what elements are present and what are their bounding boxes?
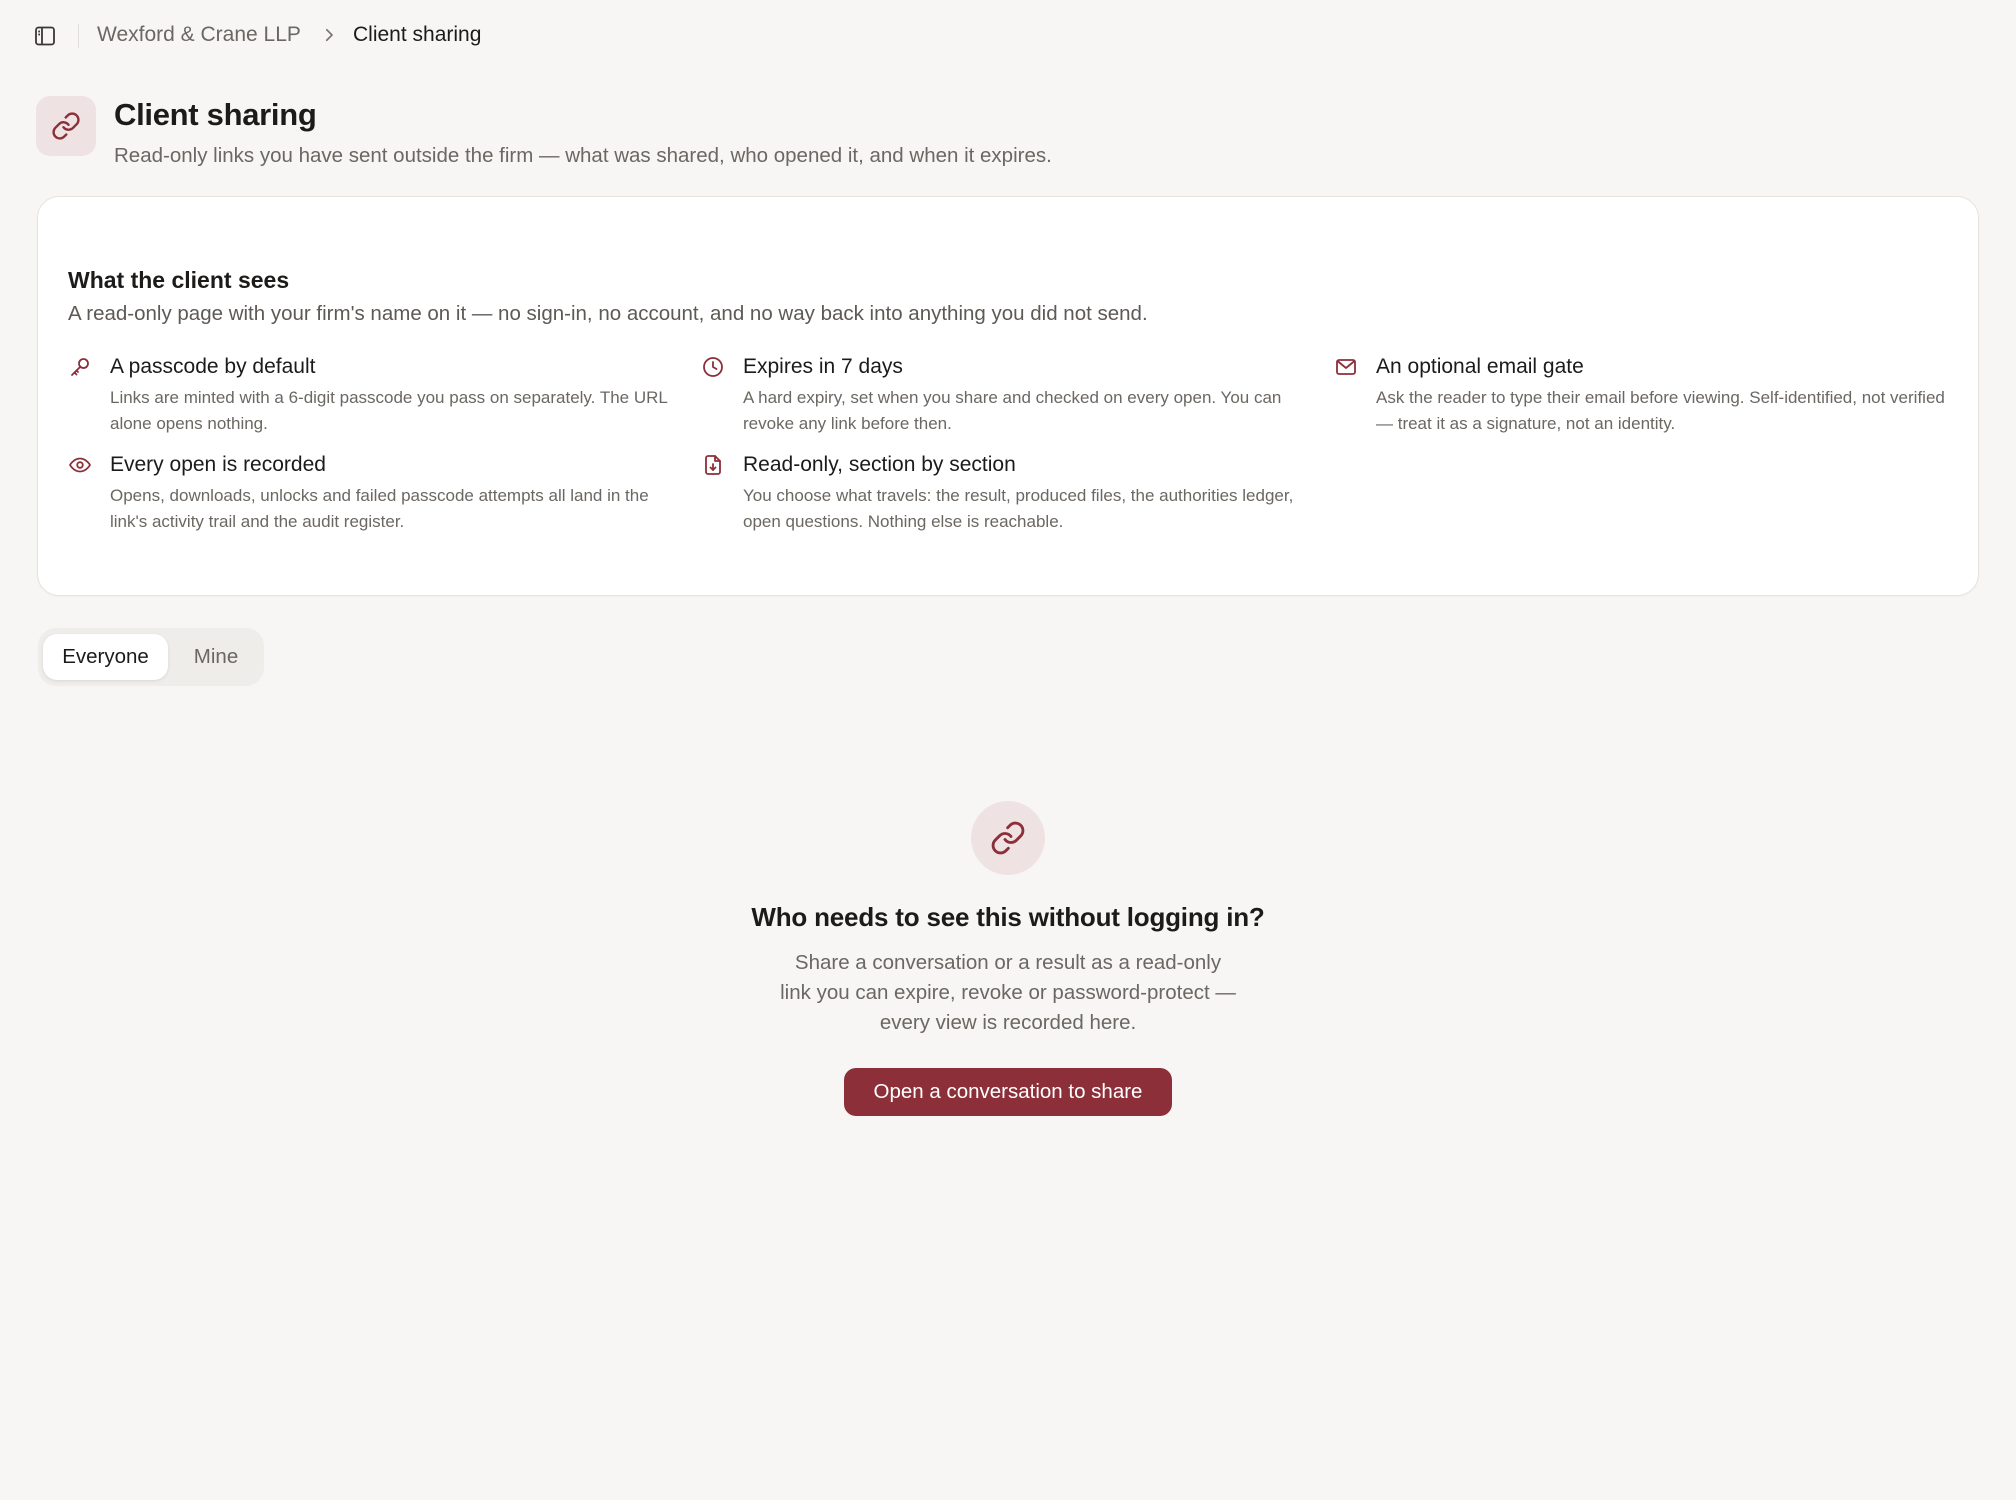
eye-icon <box>68 453 92 477</box>
link-icon <box>971 801 1045 875</box>
feature-description: A hard expiry, set when you share and ch… <box>743 388 1282 433</box>
open-conversation-button[interactable]: Open a conversation to share <box>844 1068 1172 1116</box>
feature-title: A passcode by default <box>110 355 316 378</box>
feature-description: You choose what travels: the result, pro… <box>743 486 1294 531</box>
feature-title: Expires in 7 days <box>743 355 903 378</box>
clock-icon <box>701 355 725 379</box>
feature-description: Links are minted with a 6-digit passcode… <box>110 388 668 433</box>
client-view-info-card: What the client sees A read-only page wi… <box>37 196 1979 596</box>
topbar-divider <box>78 24 79 48</box>
file-download-icon <box>701 453 725 477</box>
chevron-right-icon <box>320 26 338 44</box>
feature-title: An optional email gate <box>1376 355 1584 378</box>
mail-icon <box>1334 355 1358 379</box>
owner-filter: Everyone Mine <box>38 628 264 686</box>
breadcrumb-firm-link[interactable]: Wexford & Crane LLP <box>97 23 301 47</box>
sidebar-toggle-icon[interactable] <box>31 22 59 50</box>
link-icon <box>36 96 96 156</box>
top-bar: Wexford & Crane LLP Client sharing <box>0 0 2016 72</box>
key-icon <box>68 355 92 379</box>
feature-title: Read-only, section by section <box>743 453 1016 476</box>
filter-mine-tab[interactable]: Mine <box>172 634 260 680</box>
feature-description: Ask the reader to type their email befor… <box>1376 388 1945 433</box>
feature-title: Every open is recorded <box>110 453 326 476</box>
feature-description: Opens, downloads, unlocks and failed pas… <box>110 486 649 531</box>
breadcrumb-current: Client sharing <box>353 23 482 46</box>
page-title: Client sharing <box>114 97 317 132</box>
filter-everyone-tab[interactable]: Everyone <box>43 634 168 680</box>
page-subtitle: Read-only links you have sent outside th… <box>114 144 1052 167</box>
empty-state-description: Share a conversation or a result as a re… <box>780 951 1236 1034</box>
card-title: What the client sees <box>68 267 290 293</box>
empty-state-title: Who needs to see this without logging in… <box>751 902 1265 932</box>
card-subtitle: A read-only page with your firm's name o… <box>68 302 1148 325</box>
